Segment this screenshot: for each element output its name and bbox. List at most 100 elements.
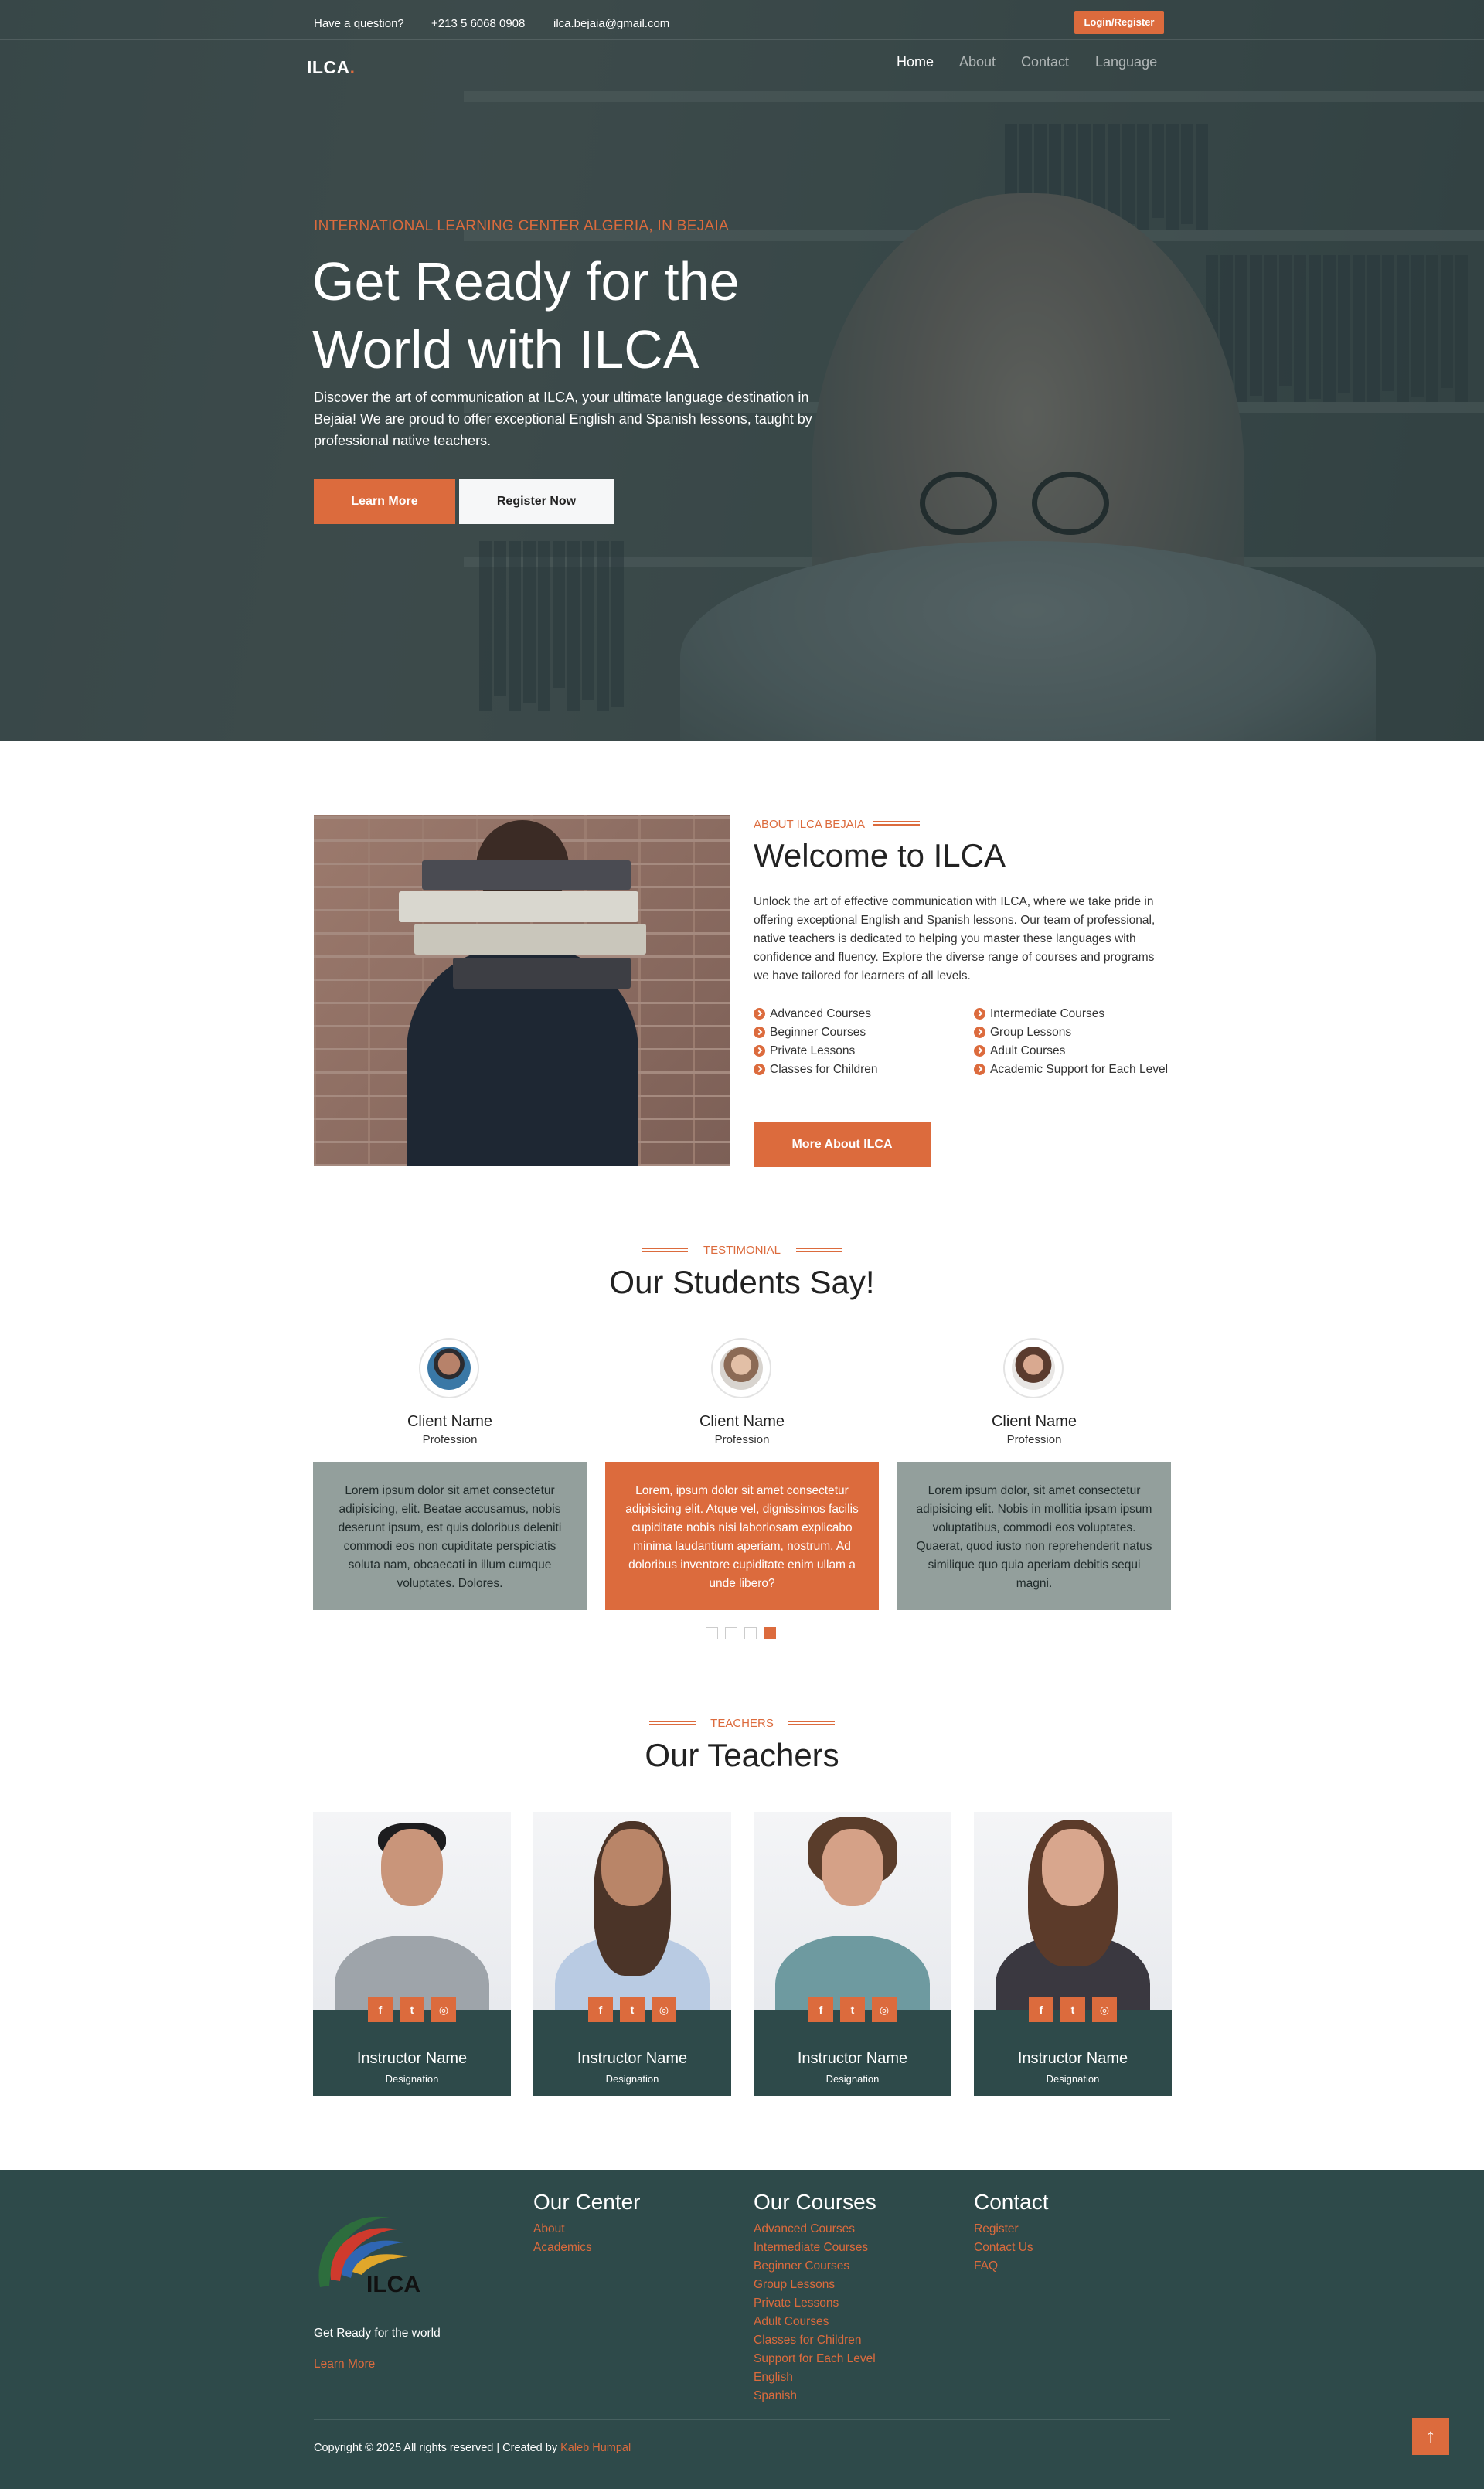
footer-link-academics[interactable]: Academics: [533, 2241, 592, 2255]
course-item: Advanced Courses: [754, 1005, 955, 1023]
client-avatar: [711, 1338, 771, 1398]
twitter-icon[interactable]: t: [620, 1997, 645, 2022]
facebook-icon[interactable]: f: [1029, 1997, 1053, 2022]
client-profession: Profession: [422, 1433, 478, 1446]
teacher-name: Instructor Name: [1017, 2050, 1128, 2067]
check-icon: [974, 1008, 985, 1020]
teacher-photo: [533, 1812, 731, 2010]
email-address[interactable]: ilca.bejaia@gmail.com: [553, 17, 669, 30]
register-now-button[interactable]: Register Now: [459, 479, 614, 524]
carousel-dot[interactable]: [706, 1627, 718, 1639]
twitter-icon[interactable]: t: [400, 1997, 424, 2022]
footer-course-link[interactable]: Intermediate Courses: [754, 2241, 868, 2255]
client-avatar: [419, 1338, 479, 1398]
teacher-designation: Designation: [385, 2073, 439, 2085]
footer-course-link[interactable]: Spanish: [754, 2389, 797, 2403]
footer-courses-heading: Our Courses: [754, 2190, 876, 2214]
footer-course-link[interactable]: Classes for Children: [754, 2334, 862, 2348]
facebook-icon[interactable]: f: [368, 1997, 393, 2022]
instagram-icon[interactable]: ◎: [652, 1997, 676, 2022]
instagram-icon[interactable]: ◎: [872, 1997, 897, 2022]
facebook-icon[interactable]: f: [808, 1997, 833, 2022]
testimonial-card: Lorem ipsum dolor, sit amet consectetur …: [897, 1462, 1171, 1610]
author-link[interactable]: Kaleb Humpal: [560, 2442, 631, 2454]
footer-learn-more-link[interactable]: Learn More: [314, 2358, 375, 2372]
teacher-card: Instructor Name Designation f t ◎: [754, 1812, 951, 2096]
client-profession: Profession: [714, 1433, 770, 1446]
teacher-photo: [313, 1812, 511, 2010]
nav-home[interactable]: Home: [897, 54, 934, 70]
footer-course-link[interactable]: Advanced Courses: [754, 2222, 855, 2236]
teachers-title: Our Teachers: [645, 1737, 839, 1773]
about-text: Unlock the art of effective communicatio…: [754, 895, 1156, 982]
course-item: Group Lessons: [974, 1023, 1175, 1042]
footer-course-link[interactable]: Adult Courses: [754, 2315, 829, 2329]
teacher-photo: [974, 1812, 1172, 2010]
footer-course-link[interactable]: English: [754, 2371, 793, 2385]
svg-text:ILCA: ILCA: [366, 2272, 420, 2297]
footer-center-heading: Our Center: [533, 2190, 641, 2214]
kicker-decoration: [796, 1248, 842, 1252]
footer-link-register[interactable]: Register: [974, 2222, 1019, 2236]
check-icon: [754, 1064, 765, 1075]
footer-contact-heading: Contact: [974, 2190, 1049, 2214]
client-name: Client Name: [407, 1413, 493, 1430]
footer-link-contact-us[interactable]: Contact Us: [974, 2241, 1033, 2255]
footer-course-link[interactable]: Beginner Courses: [754, 2259, 849, 2273]
testimonial-title: Our Students Say!: [609, 1264, 875, 1300]
footer-course-link[interactable]: Group Lessons: [754, 2278, 835, 2292]
twitter-icon[interactable]: t: [1060, 1997, 1085, 2022]
teacher-name: Instructor Name: [797, 2050, 908, 2067]
hero-kicker: INTERNATIONAL LEARNING CENTER ALGERIA, I…: [314, 218, 730, 234]
course-item: Beginner Courses: [754, 1023, 955, 1042]
nav-about[interactable]: About: [959, 54, 996, 70]
course-item: Classes for Children: [754, 1061, 955, 1079]
about-image: [314, 815, 730, 1166]
client-profession: Profession: [1006, 1433, 1062, 1446]
facebook-icon[interactable]: f: [588, 1997, 613, 2022]
kicker-decoration: [873, 821, 920, 826]
check-icon: [754, 1045, 765, 1057]
nav-language[interactable]: Language: [1095, 54, 1157, 70]
check-icon: [974, 1045, 985, 1057]
nav-contact[interactable]: Contact: [1021, 54, 1069, 70]
learn-more-button[interactable]: Learn More: [314, 479, 455, 524]
course-item: Private Lessons: [754, 1042, 955, 1061]
footer-divider: [314, 2419, 1170, 2420]
teacher-designation: Designation: [1046, 2073, 1100, 2085]
teachers-kicker: TEACHERS: [710, 1717, 774, 1730]
footer-course-link[interactable]: Support for Each Level: [754, 2352, 876, 2366]
footer-link-faq[interactable]: FAQ: [974, 2259, 998, 2273]
phone-number[interactable]: +213 5 6068 0908: [431, 17, 525, 30]
check-icon: [974, 1027, 985, 1038]
testimonial-kicker: TESTIMONIAL: [703, 1244, 781, 1257]
teacher-photo: [754, 1812, 951, 2010]
carousel-dot-active[interactable]: [764, 1627, 776, 1639]
testimonial-card: Lorem ipsum dolor sit amet consectetur a…: [313, 1462, 587, 1610]
teacher-designation: Designation: [825, 2073, 880, 2085]
carousel-dot[interactable]: [744, 1627, 757, 1639]
teacher-name: Instructor Name: [577, 2050, 688, 2067]
more-about-button[interactable]: More About ILCA: [754, 1122, 931, 1167]
carousel-dot[interactable]: [725, 1627, 737, 1639]
back-to-top-button[interactable]: ↑: [1412, 2418, 1449, 2455]
course-item: Intermediate Courses: [974, 1005, 1175, 1023]
footer-course-link[interactable]: Private Lessons: [754, 2297, 839, 2310]
course-item: Adult Courses: [974, 1042, 1175, 1061]
teacher-card: Instructor Name Designation f t ◎: [313, 1812, 511, 2096]
instagram-icon[interactable]: ◎: [431, 1997, 456, 2022]
client-name: Client Name: [991, 1413, 1077, 1430]
hero-description: Discover the art of communication at ILC…: [314, 390, 812, 448]
teacher-designation: Designation: [605, 2073, 659, 2085]
client-name: Client Name: [699, 1413, 785, 1430]
instagram-icon[interactable]: ◎: [1092, 1997, 1117, 2022]
login-register-button[interactable]: Login/Register: [1074, 11, 1164, 34]
hero-title: Get Ready for the World with ILCA: [312, 251, 740, 380]
kicker-decoration: [788, 1721, 835, 1725]
twitter-icon[interactable]: t: [840, 1997, 865, 2022]
teacher-card: Instructor Name Designation f t ◎: [533, 1812, 731, 2096]
teacher-name: Instructor Name: [356, 2050, 468, 2067]
footer-link-about[interactable]: About: [533, 2222, 565, 2236]
brand-logo[interactable]: ILCA.: [307, 57, 356, 78]
course-item: Academic Support for Each Level: [974, 1061, 1175, 1079]
